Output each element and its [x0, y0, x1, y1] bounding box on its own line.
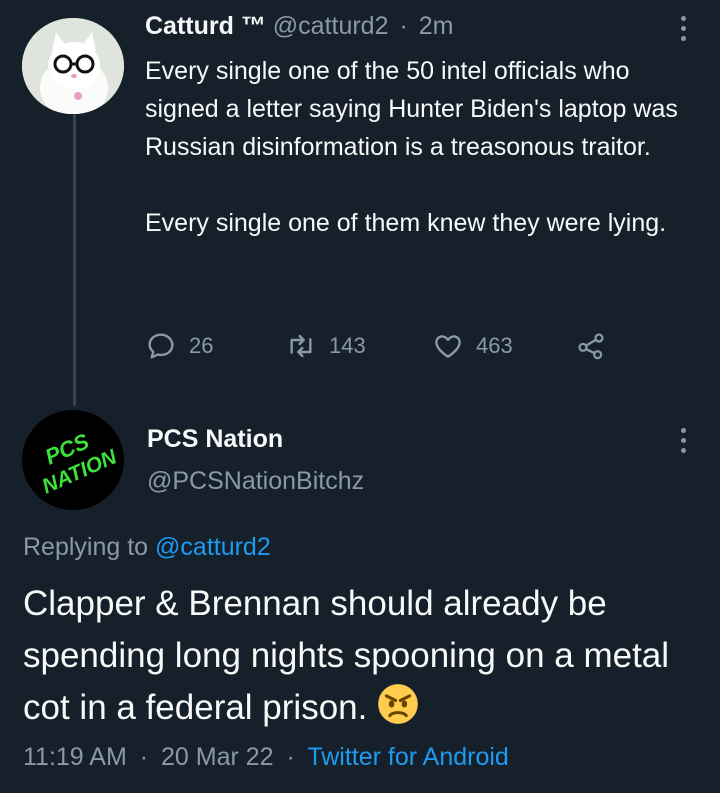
catturd-avatar[interactable]: [22, 18, 124, 114]
tweet2-footer: 11:19 AM · 20 Mar 22 · Twitter for Andro…: [23, 743, 509, 772]
reply-icon: [148, 333, 174, 359]
retweet-count: 143: [329, 333, 366, 358]
more-icon[interactable]: [679, 428, 687, 453]
angry-face-icon: [378, 684, 419, 724]
like-count: 463: [476, 333, 513, 358]
tweet1-header: Catturd ™ @catturd2 · 2m: [145, 12, 453, 41]
thread-line: [73, 114, 76, 406]
tweet1-time[interactable]: 2m: [419, 12, 454, 40]
replying-to-link[interactable]: @catturd2: [155, 533, 271, 561]
more-icon[interactable]: [679, 16, 687, 41]
tweet2-text: Clapper & Brennan should already be spen…: [23, 578, 713, 734]
retweet-button[interactable]: 143: [285, 330, 366, 362]
tweet1-handle[interactable]: @catturd2: [273, 12, 389, 40]
tweet2-body: Clapper & Brennan should already be spen…: [23, 584, 670, 727]
tweet1-text: Every single one of the 50 intel officia…: [145, 57, 678, 237]
pcs-nation-avatar[interactable]: PCS NATION: [22, 410, 124, 510]
share-button[interactable]: [575, 330, 607, 362]
footer-separator: ·: [286, 743, 295, 771]
share-icon: [578, 333, 604, 360]
replying-to: Replying to @catturd2: [23, 533, 271, 562]
tweet1-display-name[interactable]: Catturd ™: [145, 12, 266, 40]
tweet1-actions: 26 143 463: [145, 330, 625, 370]
replying-prefix: Replying to: [23, 533, 149, 561]
tweet2-source[interactable]: Twitter for Android: [307, 743, 508, 771]
tweet2-time[interactable]: 11:19 AM: [23, 743, 127, 771]
footer-separator: ·: [139, 743, 149, 771]
tweet2-handle[interactable]: @PCSNationBitchz: [147, 467, 364, 496]
tweet1-separator: ·: [399, 12, 408, 40]
reply-count: 26: [189, 333, 214, 358]
retweet-icon: [290, 334, 312, 358]
like-button[interactable]: 463: [432, 330, 513, 362]
like-icon: [435, 335, 461, 358]
tweet2-date[interactable]: 20 Mar 22: [161, 743, 274, 771]
reply-button[interactable]: 26: [145, 330, 213, 362]
tweet2-display-name[interactable]: PCS Nation: [147, 425, 283, 454]
